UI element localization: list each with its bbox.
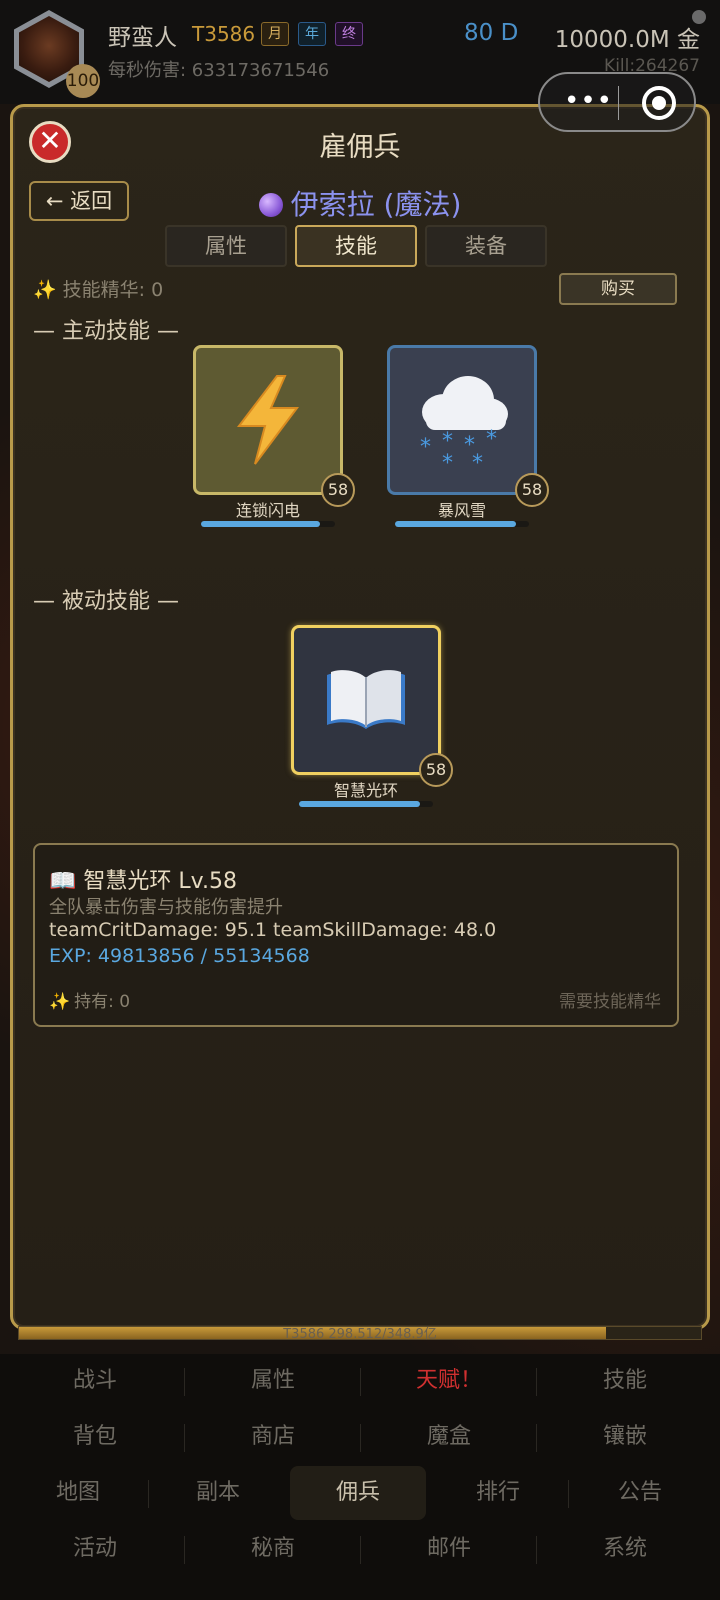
- player-tier: T3586: [192, 22, 256, 46]
- skill-exp-bar: [395, 521, 529, 527]
- svg-text:*: *: [486, 427, 497, 452]
- nav-ranking[interactable]: 排行: [430, 1466, 566, 1520]
- nav-row-3: 地图 副本 佣兵 排行 公告: [10, 1466, 710, 1520]
- skill-wisdom-aura[interactable]: 58 智慧光环: [281, 625, 453, 825]
- skill-exp-fill: [395, 521, 516, 527]
- nav-skills[interactable]: 技能: [540, 1354, 710, 1408]
- svg-text:*: *: [442, 451, 453, 468]
- status-dot: [692, 10, 706, 24]
- nav-secret-shop[interactable]: 秘商: [188, 1522, 358, 1576]
- lifetime-card-tag[interactable]: 终: [335, 22, 363, 46]
- skill-detail-title-text: 智慧光环 Lv.58: [83, 869, 237, 894]
- diamond-count: 80 D: [464, 20, 519, 46]
- sparkle-icon: ✨: [49, 992, 71, 1012]
- month-card-tag[interactable]: 月: [261, 22, 289, 46]
- nav-divider: [536, 1536, 537, 1564]
- nav-divider: [536, 1368, 537, 1396]
- magic-orb-icon: [258, 193, 283, 217]
- skill-chain-lightning[interactable]: 58 连锁闪电: [183, 345, 355, 545]
- nav-inlay[interactable]: 镶嵌: [540, 1410, 710, 1464]
- skill-blizzard[interactable]: * * * * * * 58 暴风雪: [377, 345, 549, 545]
- skill-essence-text: 技能精华: 0: [62, 279, 164, 301]
- tab-skills[interactable]: 技能: [295, 225, 417, 267]
- player-level-badge: 100: [66, 64, 100, 98]
- nav-notice[interactable]: 公告: [570, 1466, 710, 1520]
- skill-exp-fill: [299, 801, 420, 807]
- stage-progress-bar: T3586 298.512/348.9亿: [18, 1326, 702, 1342]
- nav-map[interactable]: 地图: [10, 1466, 146, 1520]
- nav-shop[interactable]: 商店: [188, 1410, 358, 1464]
- svg-text:*: *: [472, 451, 483, 468]
- skill-exp-fill: [201, 521, 321, 527]
- mercenary-tabs: 属性 技能 装备: [165, 225, 565, 267]
- skill-exp-bar: [201, 521, 335, 527]
- svg-text:*: *: [420, 435, 431, 460]
- buy-button[interactable]: 购买: [559, 273, 677, 305]
- skill-name: 连锁闪电: [235, 501, 300, 520]
- nav-events[interactable]: 活动: [10, 1522, 180, 1576]
- nav-battle[interactable]: 战斗: [10, 1354, 180, 1408]
- essence-owned-text: 持有: 0: [74, 992, 131, 1012]
- requirement-note: 需要技能精华: [559, 992, 661, 1012]
- nav-row-1: 战斗 属性 天赋！ 技能: [10, 1354, 710, 1408]
- skill-detail-exp: EXP: 49813856 / 55134568: [49, 945, 310, 967]
- lightning-icon: [236, 375, 299, 465]
- skill-exp-bar: [299, 801, 433, 807]
- nav-row-2: 背包 商店 魔盒 镶嵌: [10, 1410, 710, 1464]
- tab-attributes[interactable]: 属性: [165, 225, 287, 267]
- stage-progress-text: T3586 298.512/348.9亿: [283, 1327, 437, 1342]
- nav-divider: [148, 1480, 149, 1508]
- nav-divider: [536, 1424, 537, 1452]
- skill-icon-frame: [291, 625, 441, 775]
- nav-talent[interactable]: 天赋！: [364, 1354, 534, 1408]
- mercenary-modal: ✕ 雇佣兵 ← 返回 伊索拉 (魔法) 属性 技能 装备 ✨ 技能精华: 0 购买…: [10, 104, 710, 1330]
- nav-divider: [360, 1536, 361, 1564]
- nav-row-4: 活动 秘商 邮件 系统: [10, 1522, 710, 1576]
- nav-divider: [184, 1424, 185, 1452]
- nav-backpack[interactable]: 背包: [10, 1410, 180, 1464]
- skill-detail-stats: teamCritDamage: 95.1 teamSkillDamage: 48…: [49, 919, 497, 941]
- close-miniprogram-icon[interactable]: [642, 86, 676, 120]
- gold-count: 10000.0M 金: [554, 27, 700, 53]
- skill-detail-description: 全队暴击伤害与技能伤害提升: [49, 897, 283, 918]
- nav-divider: [360, 1368, 361, 1396]
- nav-divider: [184, 1368, 185, 1396]
- player-name: 野蛮人: [108, 25, 177, 51]
- sparkle-icon: ✨: [33, 279, 57, 301]
- nav-divider: [568, 1480, 569, 1508]
- skill-icon-frame: * * * * * *: [387, 345, 537, 495]
- bottom-nav: 战斗 属性 天赋！ 技能 背包 商店 魔盒 镶嵌 地图 副本 佣兵 排行 公告 …: [0, 1354, 720, 1600]
- skill-name: 智慧光环: [333, 781, 398, 800]
- active-skills-heading: — 主动技能 —: [33, 319, 179, 344]
- capsule-divider: [618, 86, 619, 120]
- miniprogram-capsule: •••: [538, 72, 696, 132]
- nav-divider: [184, 1536, 185, 1564]
- nav-mail[interactable]: 邮件: [364, 1522, 534, 1576]
- mercenary-name: 伊索拉 (魔法): [13, 183, 707, 223]
- nav-magic-box[interactable]: 魔盒: [364, 1410, 534, 1464]
- skill-icon-frame: [193, 345, 343, 495]
- snow-cloud-icon: * * * * * *: [420, 376, 508, 468]
- year-card-tag[interactable]: 年: [298, 22, 326, 46]
- passive-skills-heading: — 被动技能 —: [33, 589, 179, 614]
- nav-mercenary[interactable]: 佣兵: [290, 1466, 426, 1520]
- nav-dungeon[interactable]: 副本: [150, 1466, 286, 1520]
- skill-detail-title: 📖 智慧光环 Lv.58: [49, 863, 237, 895]
- nav-attributes[interactable]: 属性: [188, 1354, 358, 1408]
- dps-readout: 每秒伤害: 633173671546: [108, 60, 330, 81]
- more-options-icon[interactable]: •••: [564, 88, 613, 114]
- avatar[interactable]: 100: [14, 10, 100, 98]
- skill-detail-panel: 📖 智慧光环 Lv.58 全队暴击伤害与技能伤害提升 teamCritDamag…: [33, 843, 679, 1027]
- mercenary-name-text: 伊索拉 (魔法): [290, 188, 462, 221]
- open-book-icon: 📖: [49, 869, 77, 894]
- nav-divider: [360, 1424, 361, 1452]
- essence-owned: ✨ 持有: 0: [49, 987, 130, 1012]
- skill-name: 暴风雪: [437, 501, 486, 520]
- skill-essence: ✨ 技能精华: 0: [33, 275, 163, 302]
- tab-equipment[interactable]: 装备: [425, 225, 547, 267]
- open-book-icon: [327, 670, 405, 729]
- nav-system[interactable]: 系统: [540, 1522, 710, 1576]
